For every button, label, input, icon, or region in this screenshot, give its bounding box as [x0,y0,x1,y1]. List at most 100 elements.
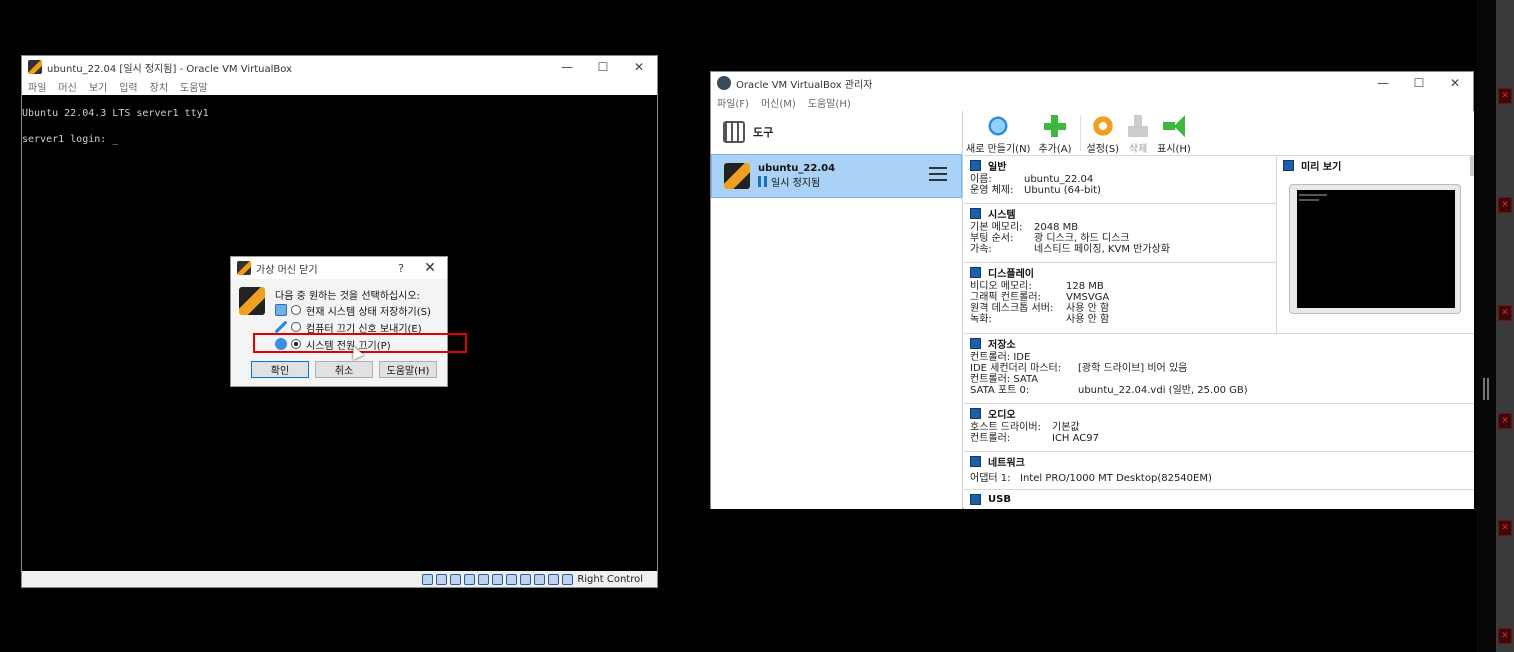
menu-input[interactable]: 입력 [119,79,137,94]
menu-help[interactable]: 도움말 [180,79,208,94]
mic-muted-icon[interactable]: ✕ [1498,413,1512,429]
display-icon [970,266,981,278]
general-header[interactable]: 일반 [964,156,1276,174]
maximize-button[interactable]: ☐ [1401,72,1437,94]
detail-value: VMSVGA [1066,292,1110,303]
cancel-button[interactable]: 취소 [315,361,373,378]
audio-header[interactable]: 오디오 [964,404,1474,422]
vm-menu-icon[interactable] [929,167,947,185]
storage-header[interactable]: 저장소 [964,334,1474,352]
detail-row: IDE 세컨더리 마스터: [광학 드라이브] 비어 있음 [964,363,1474,374]
dialog-titlebar[interactable]: 가상 머신 닫기 ? ✕ [231,257,447,279]
toolbar-separator [1079,115,1081,151]
audio-section: 오디오 호스트 드라이버: 기본값 컨트롤러: ICH AC97 [964,403,1474,451]
pause-icon [758,176,767,187]
show-icon [1162,115,1185,137]
tools-item[interactable]: 도구 [711,111,962,153]
menu-devices[interactable]: 장치 [150,79,168,94]
preview-title: 미리 보기 [1301,161,1342,173]
vm-list-item[interactable]: ubuntu_22.04 일시 정지됨 [711,154,962,198]
preview-section: 미리 보기 [1276,155,1474,333]
shutdown-signal-radio[interactable] [291,322,301,332]
shared-folders-icon[interactable] [492,573,504,585]
mic-muted-icon[interactable]: ✕ [1498,305,1512,321]
mic-muted-icon[interactable]: ✕ [1498,197,1512,213]
general-section: 일반 이름: ubuntu_22.04 운영 체제: Ubuntu (64-bit) [964,155,1276,203]
dialog-prompt: 다음 중 원하는 것을 선택하십시오: [275,291,420,302]
general-title: 일반 [988,161,1007,173]
close-button[interactable]: ✕ [621,56,657,78]
audio-icon[interactable] [450,573,462,585]
detail-value: 128 MB [1066,281,1104,292]
detail-value: 사용 안 함 [1066,303,1110,314]
show-button[interactable]: 표시(H) [1157,115,1191,155]
usb-section: USB [964,489,1474,509]
option-save-state[interactable]: 현재 시스템 상태 저장하기(S) [275,302,431,318]
add-button[interactable]: 추가(A) [1038,115,1072,155]
maximize-button[interactable]: ☐ [585,56,621,78]
menu-file[interactable]: 파일 [28,79,46,94]
detail-row: 가속: 네스티드 페이징, KVM 반가상화 [964,244,1276,255]
save-state-radio[interactable] [291,305,301,315]
new-button[interactable]: 새로 만들기(N) [966,115,1030,155]
minimize-button[interactable]: — [1365,72,1401,94]
detail-row: 어댑터 1: Intel PRO/1000 MT Desktop(82540EM) [964,473,1474,484]
dialog-help-button[interactable]: ? [389,262,413,275]
menu-help[interactable]: 도움말(H) [808,95,851,110]
mic-muted-icon[interactable]: ✕ [1498,88,1512,104]
discard-button[interactable]: 삭제 [1127,115,1150,155]
network-title: 네트워크 [988,457,1025,469]
usb-icon[interactable] [478,573,490,585]
close-button[interactable]: ✕ [1437,72,1473,94]
menu-file[interactable]: 파일(F) [717,95,749,110]
mouse-integration-icon[interactable] [548,573,560,585]
menu-machine[interactable]: 머신(M) [761,95,796,110]
detail-row: 호스트 드라이버: 기본값 [964,422,1474,433]
console-line: Ubuntu 22.04.3 LTS server1 tty1 [22,108,209,119]
preview-screen [1297,190,1455,308]
detail-key: SATA 포트 0: [970,385,1030,396]
mic-muted-icon[interactable]: ✕ [1498,628,1512,644]
dialog-close-button[interactable]: ✕ [413,260,447,276]
detail-value: ICH AC97 [1052,433,1100,444]
resize-grip[interactable] [1483,378,1489,400]
menu-machine[interactable]: 머신 [58,79,76,94]
settings-button[interactable]: 설정(S) [1086,115,1120,155]
detail-key: 컨트롤러: SATA [970,374,1039,385]
network-header[interactable]: 네트워크 [964,452,1474,470]
detail-value: 기본값 [1052,422,1080,433]
mic-muted-icon[interactable]: ✕ [1498,520,1512,536]
detail-value: Ubuntu (64-bit) [1024,185,1101,196]
recording-icon[interactable] [520,573,532,585]
network-icon[interactable] [464,573,476,585]
vm-list-pane: 도구 ubuntu_22.04 일시 정지됨 [711,111,963,509]
detail-row: 운영 체제: Ubuntu (64-bit) [964,185,1276,196]
scrollbar[interactable] [1470,156,1474,176]
help-button[interactable]: 도움말(H) [379,361,437,378]
keyboard-icon[interactable] [562,573,574,585]
storage-title: 저장소 [988,339,1016,351]
minimize-button[interactable]: — [549,56,585,78]
display-icon[interactable] [506,573,518,585]
cpu-icon[interactable] [534,573,546,585]
new-icon [987,115,1010,137]
optical-drive-icon[interactable] [436,573,448,585]
display-header[interactable]: 디스플레이 [964,263,1276,281]
usb-header[interactable]: USB [964,490,1474,508]
detail-row: 원격 데스크톱 서버: 사용 안 함 [964,303,1276,314]
detail-value: 2048 MB [1034,222,1079,233]
preview-icon [1283,159,1294,171]
preview-header[interactable]: 미리 보기 [1277,156,1474,174]
settings-label: 설정(S) [1086,144,1120,155]
hard-disk-icon[interactable] [422,573,434,585]
detail-value: 사용 안 함 [1066,314,1110,325]
detail-value: 광 디스크, 하드 디스크 [1034,233,1130,244]
console-titlebar[interactable]: ubuntu_22.04 [일시 정지됨] - Oracle VM Virtua… [22,56,657,78]
menu-view[interactable]: 보기 [89,79,107,94]
detail-key: IDE 세컨더리 마스터: [970,363,1062,374]
manager-titlebar[interactable]: Oracle VM VirtualBox 관리자 — ☐ ✕ [711,72,1473,94]
ok-button[interactable]: 확인 [251,361,309,378]
detail-key: 운영 체제: [970,185,1014,196]
system-header[interactable]: 시스템 [964,204,1276,222]
storage-icon [970,337,981,349]
